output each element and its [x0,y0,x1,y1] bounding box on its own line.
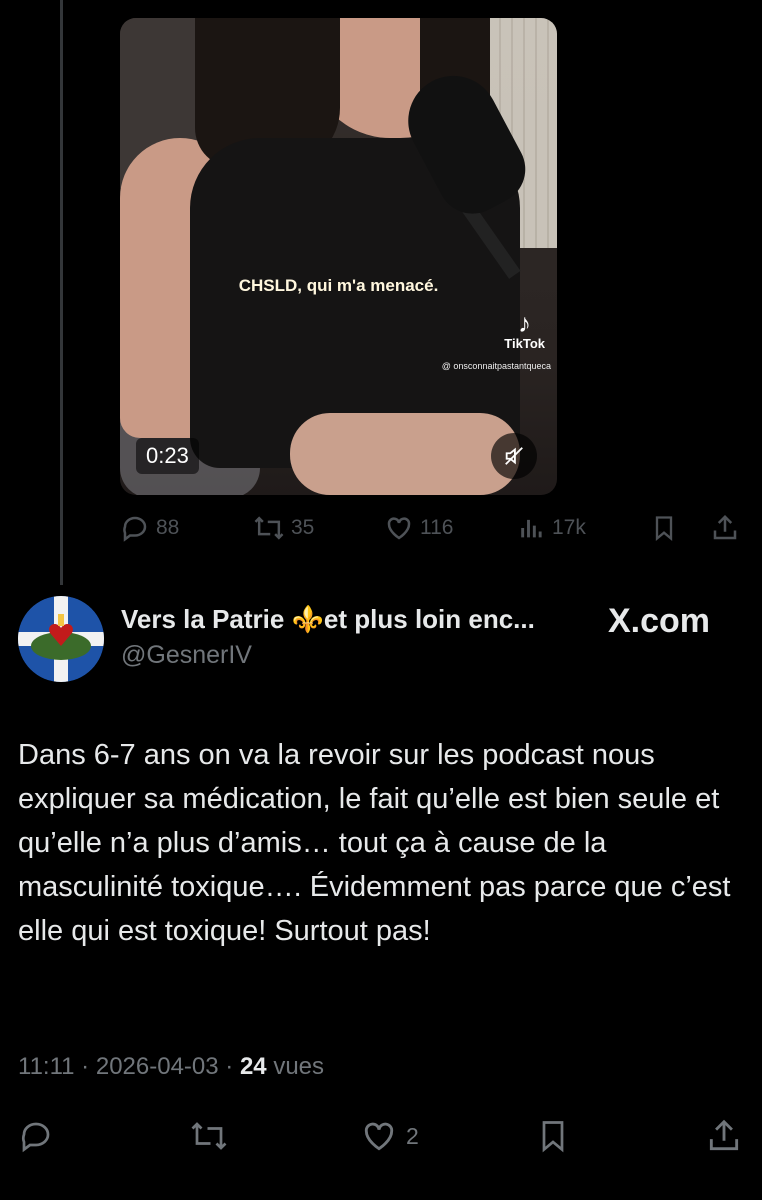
video-duration: 0:23 [136,438,199,474]
share-button[interactable] [710,510,740,546]
reply-button[interactable] [18,1115,54,1157]
author-display-name[interactable]: Vers la Patrie ⚜️et plus loin enc... [121,604,535,635]
like-button[interactable]: 116 [384,510,453,546]
like-count: 116 [420,516,454,539]
views-button[interactable]: 17k [518,510,586,546]
share-button[interactable] [705,1115,743,1157]
tweet-text: Dans 6-7 ans on va la revoir sur les pod… [18,739,731,947]
tiktok-brand-label: TikTok [504,336,545,351]
tweet-time[interactable]: 11:11 [18,1053,75,1080]
speaker-muted-icon [505,447,523,465]
author-handle[interactable]: @GesnerIV [121,641,252,670]
sacred-heart-flag-icon [18,596,104,682]
meta-separator: · [81,1053,90,1080]
heart-icon [364,1122,394,1151]
reply-icon [21,1122,50,1153]
repost-count: 35 [291,516,315,539]
tweet-views-count: 24 [239,1053,267,1080]
tiktok-handle: @ onsconnaitpastantqueca [441,361,551,371]
repost-icon [254,516,284,540]
avatar[interactable] [18,596,104,682]
tweet-date[interactable]: 2026-04-03 [96,1053,219,1080]
tweet-views-label: vues [273,1053,325,1080]
tweet-metadata: 11:11 · 2026-04-03 · 24 vues [18,1053,324,1081]
like-count: 2 [406,1122,419,1149]
repost-button[interactable]: 35 [253,510,314,546]
quoted-post-actions: 88 35 116 17k [120,510,745,546]
video-hands [290,413,520,495]
video-player[interactable]: CHSLD, qui m'a menacé. ♪ TikTok @ onscon… [120,18,557,495]
mute-button[interactable] [491,433,537,479]
share-icon [709,1119,739,1151]
meta-separator: · [225,1053,234,1080]
microphone-illustration [392,60,538,279]
tiktok-watermark: ♪ TikTok [504,310,545,351]
views-count: 17k [552,516,586,539]
share-icon [713,514,737,540]
repost-icon [191,1122,227,1150]
reply-button[interactable]: 88 [120,510,179,546]
reply-count: 88 [156,516,180,539]
x-com-badge: X.com [608,602,711,640]
tweet-actions: 2 [18,1115,743,1157]
like-button[interactable]: 2 [360,1115,419,1157]
video-caption: CHSLD, qui m'a menacé. [238,276,439,295]
tiktok-icon: ♪ [518,308,532,338]
thread-connector-line [60,0,63,585]
heart-icon [387,517,411,540]
bookmark-icon [542,1121,564,1153]
repost-button[interactable] [189,1115,229,1157]
bookmark-icon [655,516,673,541]
reply-icon [123,516,147,542]
analytics-icon [521,519,542,538]
bookmark-button[interactable] [535,1115,571,1157]
bookmark-button[interactable] [650,510,678,546]
